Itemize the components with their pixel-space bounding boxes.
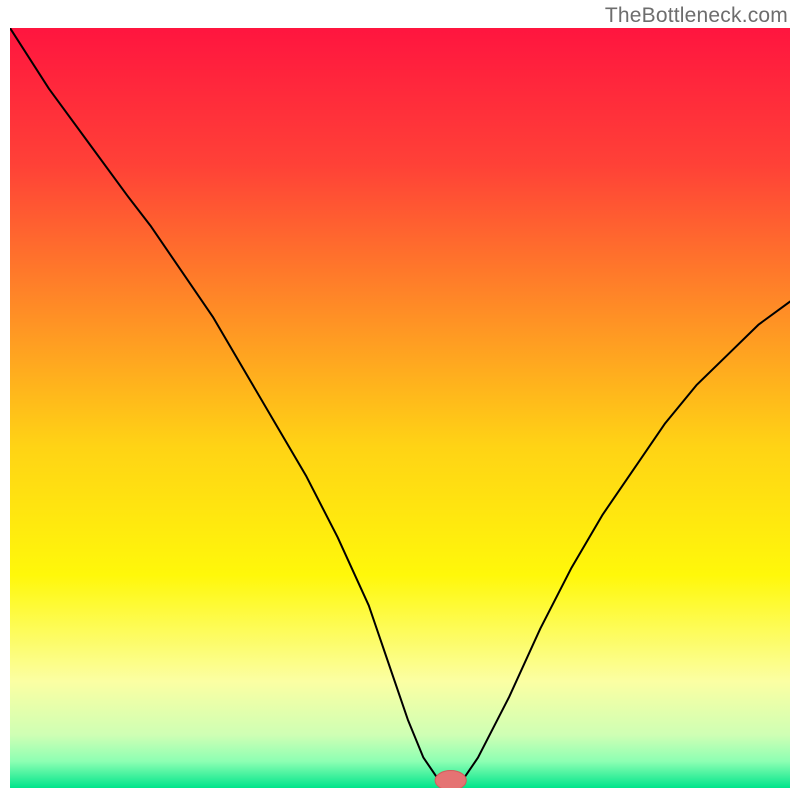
watermark-text: TheBottleneck.com <box>605 4 788 28</box>
bottleneck-chart <box>10 28 790 788</box>
chart-background <box>10 28 790 788</box>
optimum-marker <box>435 771 466 788</box>
